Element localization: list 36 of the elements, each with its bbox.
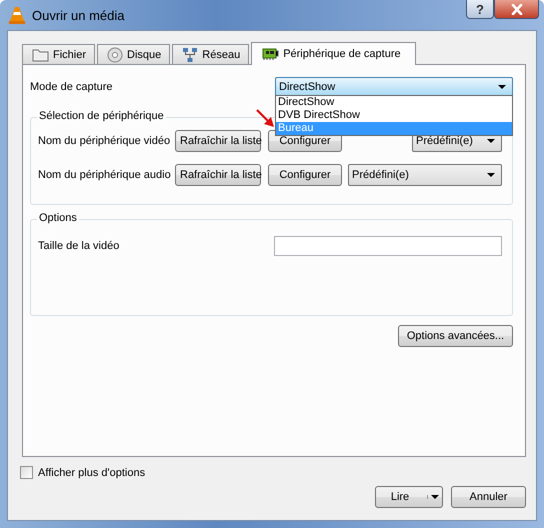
caret-icon <box>427 495 439 499</box>
tab[interactable]: Fichier <box>22 44 96 64</box>
checkbox[interactable] <box>20 466 33 479</box>
circuit-board-icon <box>262 47 280 61</box>
capture-mode-dropdown[interactable]: DirectShow <box>275 77 513 97</box>
refresh-button[interactable]: Rafraîchir la liste <box>175 164 261 186</box>
input-field[interactable] <box>274 236 502 256</box>
caret-icon <box>498 85 506 89</box>
traffic-cone-icon <box>9 6 25 24</box>
folder-icon <box>32 48 49 62</box>
refresh-button[interactable]: Rafraîchir la liste <box>175 130 261 152</box>
dropdown-option[interactable]: DirectShow <box>276 96 512 109</box>
close-icon <box>510 4 522 14</box>
preset-dropdown[interactable]: Prédéfini(e) <box>348 164 502 186</box>
field-label: Taille de la vidéo <box>38 240 120 252</box>
tab[interactable]: Périphérique de capture <box>251 42 416 65</box>
device-label: Nom du périphérique audio <box>38 169 172 181</box>
device-label: Nom du périphérique vidéo <box>38 135 172 147</box>
help-button[interactable]: ? <box>466 0 494 19</box>
cancel-button[interactable]: Annuler <box>451 486 526 508</box>
capture-mode-label: Mode de capture <box>30 81 113 93</box>
network-icon <box>182 46 198 62</box>
play-button[interactable]: Lire <box>375 486 443 508</box>
caret-icon <box>487 139 495 143</box>
configure-button[interactable]: Configurer <box>268 164 342 186</box>
caret-icon <box>487 173 495 177</box>
group-title: Sélection de périphérique <box>37 110 166 122</box>
checkbox-label: Afficher plus d'options <box>38 466 146 478</box>
arrow-drawing <box>256 109 276 129</box>
tab[interactable]: Disque <box>97 44 170 64</box>
tab[interactable]: Réseau <box>172 44 250 64</box>
window-title: Ouvrir un média <box>32 8 124 22</box>
dropdown-option[interactable]: DVB DirectShow <box>276 109 512 122</box>
advanced-options-button[interactable]: Options avancées... <box>398 325 513 347</box>
group-title: Options <box>37 212 79 224</box>
close-button[interactable] <box>494 0 539 19</box>
